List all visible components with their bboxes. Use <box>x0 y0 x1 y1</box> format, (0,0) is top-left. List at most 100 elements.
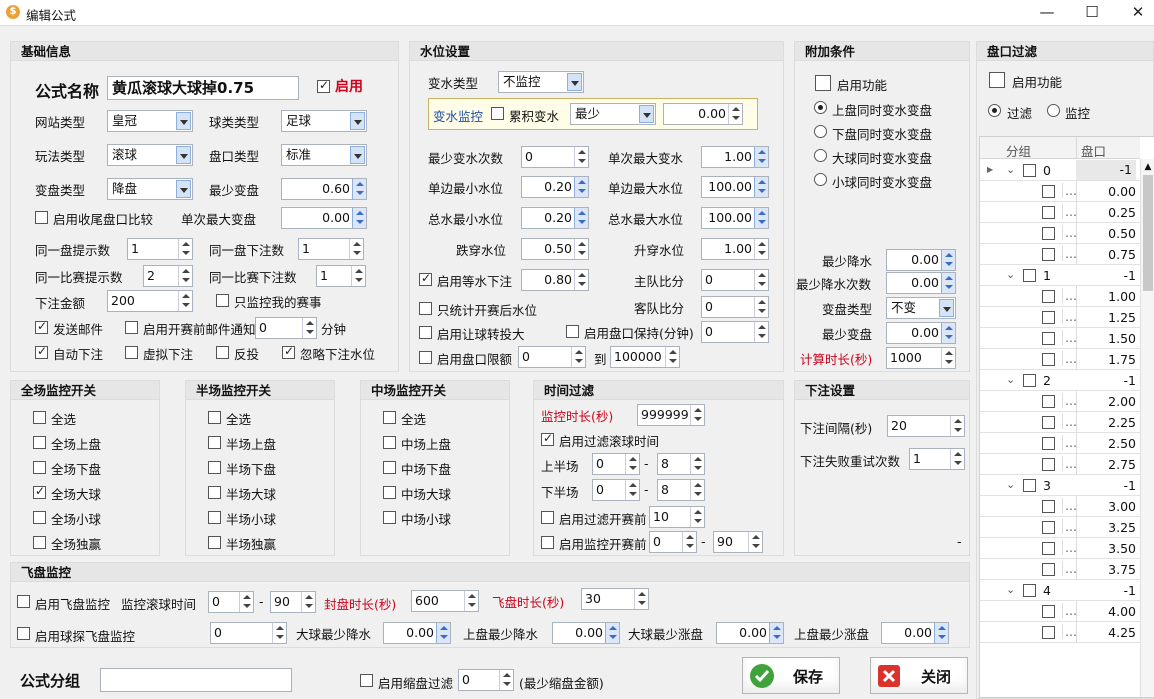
roll-from-spinner[interactable]: 0 <box>208 591 254 613</box>
ellipsis-button[interactable]: ... <box>1062 309 1077 324</box>
play-type-select[interactable]: 滚球 <box>107 144 193 166</box>
ellipsis-button[interactable]: ... <box>1062 330 1077 345</box>
opt4-radio[interactable] <box>814 173 827 186</box>
handicap-checkbox[interactable] <box>1042 353 1055 366</box>
amount-spinner[interactable]: 200 <box>107 290 193 312</box>
up-drop-spinner[interactable]: 0.00 <box>552 622 620 644</box>
group-row[interactable]: ▶ ⌄ 0 -1 <box>980 160 1140 181</box>
group-checkbox[interactable] <box>1023 584 1036 597</box>
handicap-row[interactable]: ... 1.00 <box>980 286 1140 307</box>
handicap-checkbox[interactable] <box>1042 395 1055 408</box>
maximize-button[interactable]: ☐ <box>1080 2 1104 22</box>
handicap-row[interactable]: ... 0.00 <box>980 181 1140 202</box>
duration-spinner[interactable]: 999999 <box>637 404 705 426</box>
ellipsis-button[interactable]: ... <box>1062 225 1077 240</box>
half-item-checkbox[interactable] <box>208 461 221 474</box>
handicap-checkbox[interactable] <box>1042 206 1055 219</box>
first-from-spinner[interactable]: 0 <box>592 453 640 475</box>
group-checkbox[interactable] <box>1023 374 1036 387</box>
shrink-spinner[interactable]: 0 <box>458 669 514 691</box>
min-drop-spinner[interactable]: 0.00 <box>886 249 956 271</box>
opt2-radio[interactable] <box>814 125 827 138</box>
water-change-type-select[interactable]: 不监控 <box>498 71 584 93</box>
opt3-radio[interactable] <box>814 149 827 162</box>
pre-mail-spinner[interactable]: 0 <box>255 317 317 339</box>
half-item-checkbox[interactable] <box>208 436 221 449</box>
handicap-row[interactable]: ... 3.50 <box>980 538 1140 559</box>
limit-checkbox[interactable] <box>419 351 432 364</box>
big-drop-spinner[interactable]: 0.00 <box>383 622 451 644</box>
max-single-change-spinner[interactable]: 0.00 <box>281 207 367 229</box>
ellipsis-button[interactable]: ... <box>1062 414 1077 429</box>
second-from-spinner[interactable]: 0 <box>592 479 640 501</box>
away-score-spinner[interactable]: 0 <box>701 296 769 318</box>
filter-enable-checkbox[interactable] <box>989 72 1005 88</box>
only-my-checkbox[interactable] <box>216 294 229 307</box>
max-single-spinner[interactable]: 1.00 <box>701 146 769 168</box>
enable-checkbox[interactable] <box>317 78 330 93</box>
handicap-row[interactable]: ... 2.75 <box>980 454 1140 475</box>
ellipsis-button[interactable]: ... <box>1062 624 1077 639</box>
equal-water-spinner[interactable]: 0.80 <box>521 269 589 291</box>
pre-mail-checkbox[interactable] <box>125 321 138 334</box>
ellipsis-button[interactable]: ... <box>1062 351 1077 366</box>
send-mail-checkbox[interactable] <box>35 319 48 334</box>
probe-checkbox[interactable] <box>17 627 30 640</box>
accum-val-spinner[interactable]: 0.00 <box>663 103 743 125</box>
mid-item-checkbox[interactable] <box>383 436 396 449</box>
first-to-spinner[interactable]: 8 <box>657 453 705 475</box>
calc-duration-spinner[interactable]: 1000 <box>886 347 956 369</box>
formula-group-input[interactable] <box>100 668 292 692</box>
total-max-spinner[interactable]: 100.00 <box>701 207 769 229</box>
roll-filter-checkbox[interactable] <box>541 431 554 446</box>
mid-item-checkbox[interactable] <box>383 461 396 474</box>
handicap-row[interactable]: ... 0.50 <box>980 223 1140 244</box>
full-item-checkbox[interactable] <box>33 461 46 474</box>
change-type-select[interactable]: 降盘 <box>107 178 193 200</box>
fly-duration-spinner[interactable]: 30 <box>581 588 649 610</box>
home-score-spinner[interactable]: 0 <box>701 269 769 291</box>
opt1-radio[interactable] <box>814 101 827 114</box>
ellipsis-button[interactable]: ... <box>1062 603 1077 618</box>
full-item-checkbox[interactable] <box>33 411 46 424</box>
group-row[interactable]: ⌄ 1 -1 <box>980 265 1140 286</box>
retry-spinner[interactable]: 1 <box>909 448 965 470</box>
half-item-checkbox[interactable] <box>208 411 221 424</box>
rise-spinner[interactable]: 1.00 <box>701 238 769 260</box>
ball-type-select[interactable]: 足球 <box>281 110 367 132</box>
min-count-spinner[interactable]: 0 <box>521 146 589 168</box>
handicap-row[interactable]: ... 1.75 <box>980 349 1140 370</box>
close-compare-checkbox[interactable] <box>35 211 48 224</box>
handicap-row[interactable]: ... 3.25 <box>980 517 1140 538</box>
close-button[interactable]: 关闭 <box>870 657 968 694</box>
handicap-checkbox[interactable] <box>1042 605 1055 618</box>
interval-spinner[interactable]: 20 <box>887 415 965 437</box>
match-tip-spinner[interactable]: 2 <box>143 265 193 287</box>
pre-filter-spinner[interactable]: 10 <box>649 506 705 528</box>
only-stats-checkbox[interactable] <box>419 302 432 315</box>
handicap-checkbox[interactable] <box>1042 458 1055 471</box>
ellipsis-button[interactable]: ... <box>1062 561 1077 576</box>
handicap-checkbox[interactable] <box>1042 227 1055 240</box>
equal-water-checkbox[interactable] <box>419 271 432 286</box>
extra-enable-checkbox[interactable] <box>815 75 831 91</box>
half-item-checkbox[interactable] <box>208 511 221 524</box>
group-checkbox[interactable] <box>1023 164 1036 177</box>
full-item-checkbox[interactable] <box>33 436 46 449</box>
accum-mode-select[interactable]: 最少 <box>570 103 656 125</box>
handicap-checkbox[interactable] <box>1042 311 1055 324</box>
pre-filter-checkbox[interactable] <box>541 511 554 524</box>
ellipsis-button[interactable]: ... <box>1062 456 1077 471</box>
auto-bet-checkbox[interactable] <box>35 344 48 359</box>
keep-handicap-checkbox[interactable] <box>566 325 579 338</box>
pre-monitor-checkbox[interactable] <box>541 536 554 549</box>
min-change-spinner[interactable]: 0.60 <box>281 178 367 200</box>
handicap-row[interactable]: ... 1.50 <box>980 328 1140 349</box>
let-ball-checkbox[interactable] <box>419 326 432 339</box>
ellipsis-button[interactable]: ... <box>1062 183 1077 198</box>
ellipsis-button[interactable]: ... <box>1062 288 1077 303</box>
close-window-button[interactable]: ✕ <box>1126 2 1150 22</box>
handicap-row[interactable]: ... 2.25 <box>980 412 1140 433</box>
ellipsis-button[interactable]: ... <box>1062 246 1077 261</box>
half-item-checkbox[interactable] <box>208 536 221 549</box>
